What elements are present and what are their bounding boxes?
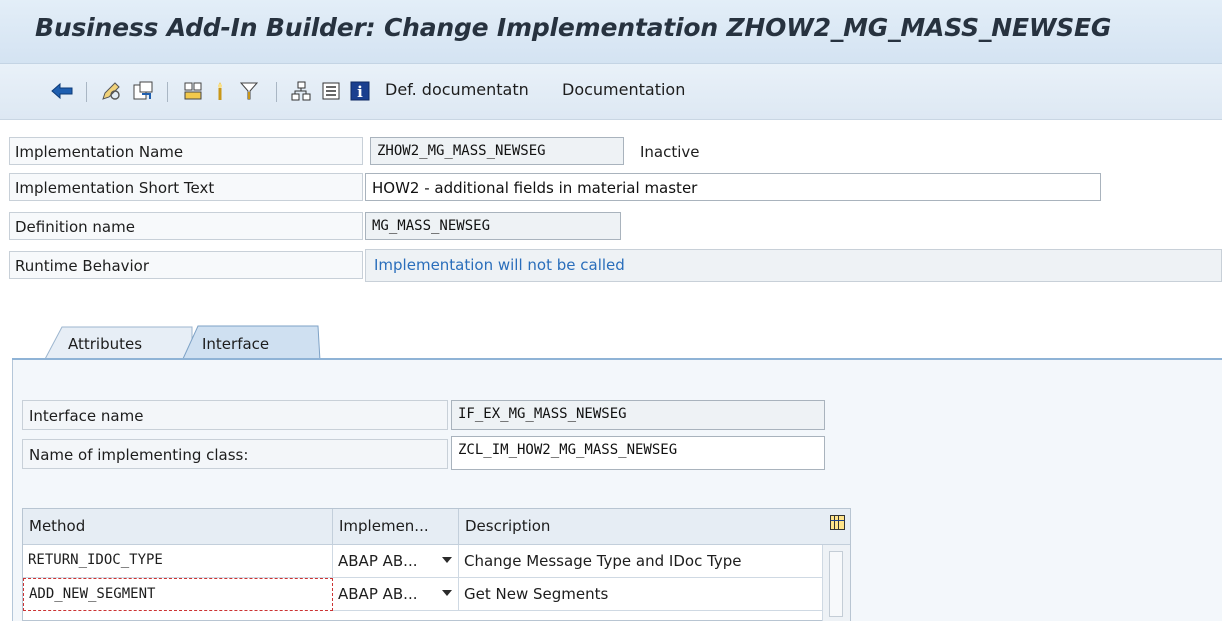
- other-object-icon[interactable]: [130, 78, 156, 104]
- implementing-class-label: Name of implementing class:: [22, 439, 448, 469]
- implementing-class-field[interactable]: ZCL_IM_HOW2_MG_MASS_NEWSEG: [451, 436, 825, 470]
- table-cell-description: Get New Segments: [459, 578, 822, 611]
- def-documentation-button[interactable]: Def. documentatn: [385, 80, 529, 99]
- implementation-name-label: Implementation Name: [9, 137, 363, 165]
- definition-name-field[interactable]: MG_MASS_NEWSEG: [365, 212, 621, 240]
- documentation-button[interactable]: Documentation: [562, 80, 685, 99]
- implementation-dropdown[interactable]: ABAP AB...: [333, 578, 459, 611]
- hierarchy-icon[interactable]: [288, 78, 314, 104]
- application-toolbar: i Def. documentatn Documentation: [0, 64, 1222, 120]
- column-header-description[interactable]: Description: [459, 509, 850, 545]
- back-arrow-icon[interactable]: [49, 78, 75, 104]
- implementation-dropdown-value: ABAP AB...: [338, 585, 418, 603]
- short-text-label: Implementation Short Text: [9, 173, 363, 201]
- dropdown-arrow-icon[interactable]: [442, 557, 452, 563]
- tab-attributes[interactable]: Attributes: [68, 335, 142, 353]
- column-settings-icon[interactable]: [830, 515, 845, 530]
- scrollbar-thumb[interactable]: [829, 551, 843, 617]
- svg-text:i: i: [357, 83, 363, 101]
- toolbar-separator: [86, 82, 87, 102]
- table-cell-description: Change Message Type and IDoc Type: [459, 545, 822, 578]
- toolbar-separator: [167, 82, 168, 102]
- implementation-name-field[interactable]: ZHOW2_MG_MASS_NEWSEG: [370, 137, 624, 165]
- implementation-status: Inactive: [640, 143, 700, 161]
- runtime-behavior-value: Implementation will not be called: [365, 249, 1222, 282]
- info-icon[interactable]: i: [347, 78, 373, 104]
- methods-table: Method Implemen... Description RETURN_ID…: [22, 508, 851, 621]
- table-cell-method-focused[interactable]: ADD_NEW_SEGMENT: [23, 578, 333, 611]
- interface-name-label: Interface name: [22, 400, 448, 430]
- display-change-icon[interactable]: [98, 78, 124, 104]
- implementation-dropdown[interactable]: ABAP AB...: [333, 545, 459, 578]
- definition-name-label: Definition name: [9, 212, 363, 240]
- tab-strip: [43, 325, 321, 362]
- list-icon[interactable]: [318, 78, 344, 104]
- toolbar-separator: [276, 82, 277, 102]
- short-text-input[interactable]: HOW2 - additional fields in material mas…: [365, 173, 1101, 201]
- table-vertical-scrollbar[interactable]: [822, 545, 850, 621]
- filter-icon[interactable]: [236, 78, 262, 104]
- dropdown-arrow-icon[interactable]: [442, 590, 452, 596]
- interface-name-field[interactable]: IF_EX_MG_MASS_NEWSEG: [451, 400, 825, 430]
- column-header-implementation[interactable]: Implemen...: [333, 509, 459, 545]
- activate-icon[interactable]: [180, 78, 206, 104]
- tab-interface[interactable]: Interface: [202, 335, 269, 353]
- wand-icon[interactable]: [207, 78, 233, 104]
- implementation-dropdown-value: ABAP AB...: [338, 552, 418, 570]
- runtime-behavior-label: Runtime Behavior: [9, 251, 363, 279]
- window-title: Business Add-In Builder: Change Implemen…: [35, 13, 1112, 42]
- column-header-method[interactable]: Method: [23, 509, 333, 545]
- title-bar: Business Add-In Builder: Change Implemen…: [0, 0, 1222, 64]
- table-cell-method[interactable]: RETURN_IDOC_TYPE: [23, 545, 333, 578]
